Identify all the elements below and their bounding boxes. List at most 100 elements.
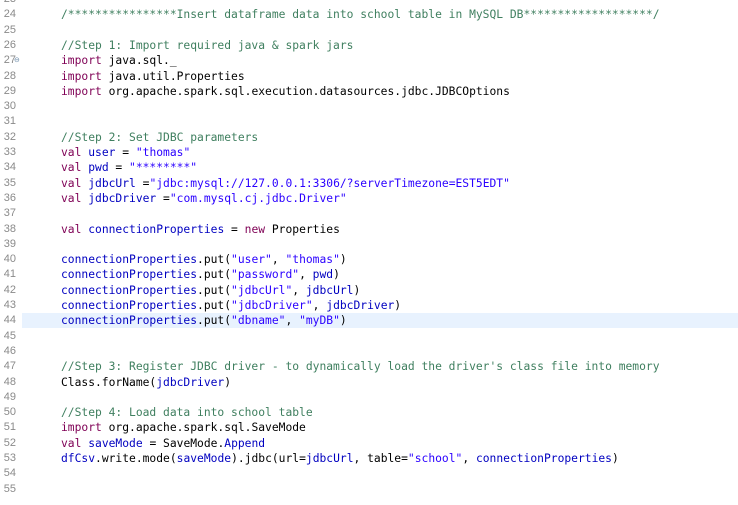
plain-token: = xyxy=(115,146,136,159)
identifier-token: Append xyxy=(224,436,266,450)
keyword-token: val xyxy=(61,436,82,450)
plain-token: .write.mode( xyxy=(95,452,177,465)
code-text: connectionProperties.put("jdbcDriver", j… xyxy=(61,298,401,313)
code-line[interactable]: 33 val user = "thomas" xyxy=(0,145,738,160)
code-line[interactable]: 36 val jdbcDriver ="com.mysql.cj.jdbc.Dri… xyxy=(0,191,738,206)
code-line[interactable]: 30 xyxy=(0,99,738,114)
line-number: 34 xyxy=(3,161,16,174)
code-text: dfCsv.write.mode(saveMode).jdbc(url=jdbc… xyxy=(61,451,619,466)
comment-token: //Step 4: Load data into school table xyxy=(61,406,313,420)
identifier-token: user xyxy=(88,146,116,159)
code-line[interactable]: 53 dfCsv.write.mode(saveMode).jdbc(url=jd… xyxy=(0,451,738,466)
code-line[interactable]: 23 xyxy=(0,0,738,7)
comment-token: //Step 1: Import required java & spark j… xyxy=(61,38,354,52)
identifier-token: saveMode xyxy=(88,436,143,450)
identifier-token: jdbcDriver xyxy=(156,375,225,389)
line-number: 55 xyxy=(3,482,16,495)
keyword-token: val xyxy=(61,146,82,159)
code-line[interactable]: 39 xyxy=(0,237,738,252)
code-line[interactable]: 26 //Step 1: Import required java & spark… xyxy=(0,38,738,53)
code-line[interactable]: 47 //Step 3: Register JDBC driver - to dy… xyxy=(0,359,738,374)
plain-token: .put( xyxy=(197,283,232,297)
code-line[interactable]: 48 Class.forName(jdbcDriver) xyxy=(0,375,738,390)
code-line[interactable]: 32 //Step 2: Set JDBC parameters xyxy=(0,130,738,145)
code-line[interactable]: 46 xyxy=(0,344,738,359)
code-line[interactable]: 24 /****************Insert dataframe data… xyxy=(0,7,738,22)
plain-token: Class.forName( xyxy=(61,375,157,389)
code-line[interactable]: 28 import java.util.Properties xyxy=(0,69,738,84)
code-line[interactable]: 42 connectionProperties.put("jdbcUrl", jd… xyxy=(0,283,738,298)
line-number: 52 xyxy=(3,436,16,449)
line-number: 51 xyxy=(3,421,16,434)
line-number: 42 xyxy=(3,283,16,296)
identifier-token: connectionProperties xyxy=(61,253,198,267)
string-token: "thomas" xyxy=(285,253,340,267)
code-text: /****************Insert dataframe data i… xyxy=(61,7,660,22)
code-line[interactable]: 49 xyxy=(0,390,738,405)
code-line[interactable]: 37 xyxy=(0,206,738,221)
code-line[interactable]: 35 val jdbcUrl ="jdbc:mysql://127.0.0.1:3… xyxy=(0,176,738,191)
line-number: 45 xyxy=(3,329,16,342)
code-text: val connectionProperties = new Propertie… xyxy=(61,222,340,237)
plain-token: java.sql._ xyxy=(101,54,177,68)
identifier-token: jdbcUrl xyxy=(305,452,354,465)
code-line[interactable]: 31 xyxy=(0,114,738,129)
code-text: //Step 1: Import required java & spark j… xyxy=(61,38,353,53)
code-line[interactable]: 54 xyxy=(0,466,738,481)
identifier-token: connectionProperties xyxy=(61,268,198,282)
code-line[interactable]: 38 val connectionProperties = new Propert… xyxy=(0,222,738,237)
line-number: 53 xyxy=(3,452,16,464)
identifier-token: dfCsv xyxy=(61,452,96,465)
line-number: 49 xyxy=(3,390,16,403)
keyword-token: import xyxy=(61,421,102,435)
code-line[interactable]: 34 val pwd = "********" xyxy=(0,160,738,175)
plain-token: = xyxy=(224,222,245,236)
plain-token: .put( xyxy=(197,299,232,312)
code-line[interactable]: 52 val saveMode = SaveMode.Append xyxy=(0,436,738,451)
line-number: 47 xyxy=(3,360,16,373)
code-line[interactable]: 29 import org.apache.spark.sql.execution.… xyxy=(0,84,738,99)
code-line[interactable]: 27 ⊖ import java.sql._ xyxy=(0,53,738,68)
code-text: connectionProperties.put("jdbcUrl", jdbc… xyxy=(61,283,360,298)
code-line[interactable]: 43 connectionProperties.put("jdbcDriver",… xyxy=(0,298,738,313)
string-token: "jdbcUrl" xyxy=(231,283,293,297)
plain-token: Properties xyxy=(265,222,340,236)
keyword-token: import xyxy=(61,69,102,83)
plain-token: ) xyxy=(339,314,347,328)
string-token: "com.mysql.cj.jdbc.Driver" xyxy=(169,191,347,205)
plain-token: ) xyxy=(339,253,347,267)
string-token: "myDB" xyxy=(299,314,340,328)
current-code-line[interactable]: 44 connectionProperties.put("dbname", "my… xyxy=(4,313,738,329)
line-number: 25 xyxy=(3,23,16,36)
plain-token: , xyxy=(285,314,300,328)
keyword-token: val xyxy=(61,161,82,175)
code-line[interactable]: 51 import org.apache.spark.sql.SaveMode xyxy=(0,420,738,435)
identifier-token: connectionProperties xyxy=(61,283,198,297)
code-line[interactable]: 40 connectionProperties.put("user", "thom… xyxy=(0,252,738,267)
comment-token: //Step 2: Set JDBC parameters xyxy=(61,130,259,144)
code-editor[interactable]: 2324 /****************Insert dataframe da… xyxy=(0,0,738,505)
line-number: 30 xyxy=(3,100,16,113)
line-number: 46 xyxy=(3,344,16,357)
code-line[interactable]: 41 connectionProperties.put("password", p… xyxy=(0,267,738,282)
code-line[interactable]: 25 xyxy=(0,23,738,38)
line-number: 35 xyxy=(3,176,16,189)
line-number: 48 xyxy=(3,375,16,388)
plain-token: , xyxy=(299,268,313,282)
identifier-token: pwd xyxy=(312,268,334,282)
code-line[interactable]: 45 xyxy=(0,329,738,344)
line-number: 39 xyxy=(3,237,16,250)
code-line[interactable]: 55 xyxy=(0,482,738,497)
line-number: 38 xyxy=(3,222,16,235)
code-line[interactable]: 50 //Step 4: Load data into school table xyxy=(0,405,738,420)
plain-token: org.apache.spark.sql.SaveMode xyxy=(101,421,306,435)
comment-token: /****************Insert dataframe data i… xyxy=(61,8,660,22)
code-text: import java.util.Properties xyxy=(61,69,245,84)
string-token: "********" xyxy=(129,161,198,175)
plain-token: .put( xyxy=(197,268,232,282)
keyword-token: val xyxy=(61,176,82,190)
plain-token: ) xyxy=(224,375,232,389)
line-number: 41 xyxy=(3,268,16,281)
fold-collapse-icon[interactable]: ⊖ xyxy=(14,53,20,68)
line-number: 32 xyxy=(3,130,16,143)
